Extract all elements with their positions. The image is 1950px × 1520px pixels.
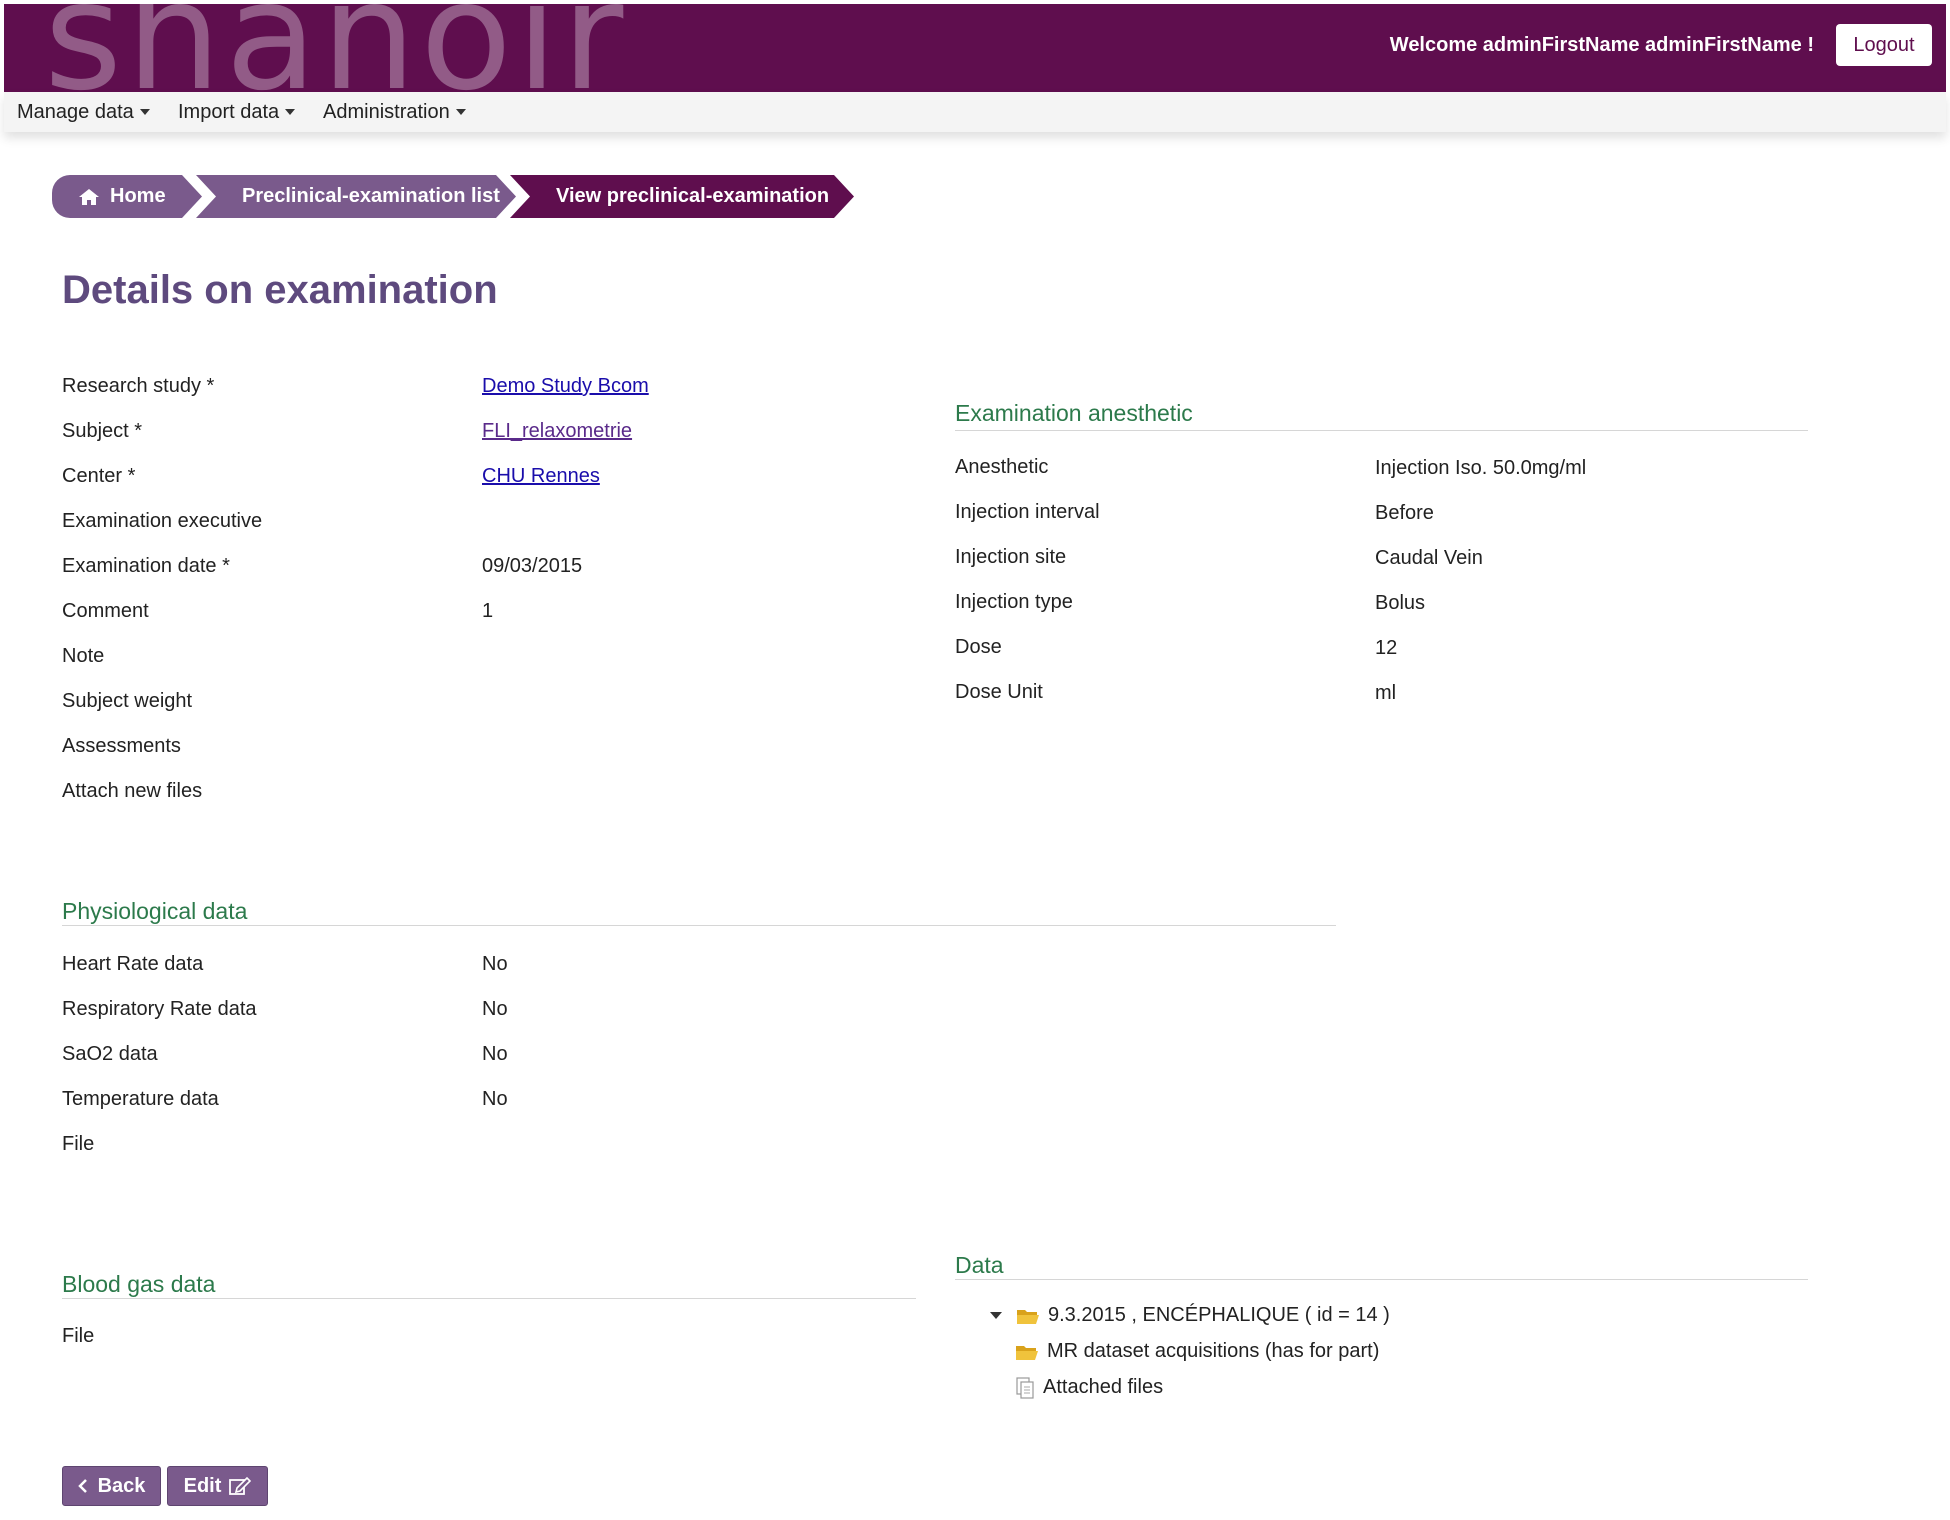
main-menu: Manage data Import data Administration xyxy=(4,92,1946,132)
blood-gas-divider xyxy=(62,1298,916,1299)
research-study-label: Research study * xyxy=(62,375,215,397)
menu-administration[interactable]: Administration xyxy=(323,101,466,124)
subject-weight-label: Subject weight xyxy=(62,690,193,712)
caret-down-icon xyxy=(139,109,150,115)
breadcrumb-home[interactable]: Home xyxy=(52,175,202,218)
anesthetic-divider xyxy=(955,430,1808,431)
back-button[interactable]: Back xyxy=(62,1466,161,1506)
attach-new-files-label: Attach new files xyxy=(62,780,203,802)
breadcrumb-home-label: Home xyxy=(110,185,166,207)
sao2-label: SaO2 data xyxy=(62,1043,158,1065)
edit-icon xyxy=(229,1476,252,1495)
dose-unit-value: ml xyxy=(1375,682,1397,704)
folder-open-icon xyxy=(1016,1345,1038,1360)
expand-toggle-icon[interactable] xyxy=(990,1312,1002,1319)
tree-node-acquisitions[interactable]: MR dataset acquisitions (has for part) xyxy=(1015,1340,1379,1363)
temperature-value: No xyxy=(482,1088,508,1110)
subject-label: Subject * xyxy=(62,420,143,442)
welcome-message: Welcome adminFirstName adminFirstName ! xyxy=(1389,34,1814,56)
respiratory-rate-label: Respiratory Rate data xyxy=(62,998,257,1020)
tree-node-examination[interactable]: 9.3.2015 , ENCÉPHALIQUE ( id = 14 ) xyxy=(990,1304,1390,1327)
shanoir-logo[interactable]: shanoir xyxy=(44,4,627,92)
center-link[interactable]: CHU Rennes xyxy=(482,465,600,488)
subject-link[interactable]: FLI_relaxometrie xyxy=(482,420,632,443)
menu-manage-data[interactable]: Manage data xyxy=(17,101,150,124)
dose-unit-label: Dose Unit xyxy=(955,681,1043,703)
respiratory-rate-value: No xyxy=(482,998,508,1020)
center-label: Center * xyxy=(62,465,136,487)
injection-interval-label: Injection interval xyxy=(955,501,1100,523)
physiological-file-label: File xyxy=(62,1133,95,1155)
edit-button-label: Edit xyxy=(183,1474,222,1497)
data-divider xyxy=(955,1279,1808,1280)
dose-value: 12 xyxy=(1375,637,1398,659)
menu-manage-data-label: Manage data xyxy=(17,101,134,123)
folder-open-icon xyxy=(1017,1309,1039,1324)
chevron-left-icon xyxy=(77,1479,87,1493)
page-title: Details on examination xyxy=(62,268,498,312)
menu-import-data-label: Import data xyxy=(178,101,280,123)
tree-node-attached-files-label: Attached files xyxy=(1043,1376,1164,1398)
injection-site-value: Caudal Vein xyxy=(1375,547,1483,569)
edit-button[interactable]: Edit xyxy=(167,1466,268,1506)
physiological-divider xyxy=(62,925,1336,926)
blood-gas-section-title: Blood gas data xyxy=(62,1271,216,1297)
sao2-value: No xyxy=(482,1043,508,1065)
app-header: shanoir Welcome adminFirstName adminFirs… xyxy=(4,4,1946,92)
anesthetic-value: Injection Iso. 50.0mg/ml xyxy=(1375,457,1587,479)
menu-import-data[interactable]: Import data xyxy=(178,101,296,124)
breadcrumb-current-label: View preclinical-examination xyxy=(556,185,830,207)
data-section-title: Data xyxy=(955,1252,1004,1278)
note-label: Note xyxy=(62,645,105,667)
injection-type-value: Bolus xyxy=(1375,592,1426,614)
back-button-label: Back xyxy=(97,1474,146,1497)
anesthetic-section-title: Examination anesthetic xyxy=(955,400,1193,426)
caret-down-icon xyxy=(285,109,296,115)
tree-node-attached-files[interactable]: Attached files xyxy=(1015,1376,1163,1399)
home-icon xyxy=(78,188,100,206)
breadcrumb-current: View preclinical-examination xyxy=(510,175,854,218)
comment-label: Comment xyxy=(62,600,149,622)
tree-node-examination-label: 9.3.2015 , ENCÉPHALIQUE ( id = 14 ) xyxy=(1048,1304,1390,1326)
dose-label: Dose xyxy=(955,636,1002,658)
menu-administration-label: Administration xyxy=(323,101,450,123)
file-icon xyxy=(1016,1376,1034,1399)
anesthetic-label: Anesthetic xyxy=(955,456,1049,478)
logout-button[interactable]: Logout xyxy=(1836,24,1932,66)
assessments-label: Assessments xyxy=(62,735,181,757)
injection-type-label: Injection type xyxy=(955,591,1073,613)
examination-date-label: Examination date * xyxy=(62,555,230,577)
heart-rate-label: Heart Rate data xyxy=(62,953,204,975)
tree-node-acquisitions-label: MR dataset acquisitions (has for part) xyxy=(1047,1340,1380,1362)
research-study-link[interactable]: Demo Study Bcom xyxy=(482,375,649,398)
breadcrumb-examination-list[interactable]: Preclinical-examination list xyxy=(196,175,516,218)
breadcrumb-list-label: Preclinical-examination list xyxy=(242,185,500,207)
blood-gas-file-label: File xyxy=(62,1325,95,1347)
caret-down-icon xyxy=(455,109,466,115)
examination-date-value: 09/03/2015 xyxy=(482,555,583,577)
temperature-label: Temperature data xyxy=(62,1088,219,1110)
injection-site-label: Injection site xyxy=(955,546,1067,568)
physiological-section-title: Physiological data xyxy=(62,898,248,924)
heart-rate-value: No xyxy=(482,953,508,975)
injection-interval-value: Before xyxy=(1375,502,1434,524)
comment-value: 1 xyxy=(482,600,494,622)
examination-executive-label: Examination executive xyxy=(62,510,263,532)
